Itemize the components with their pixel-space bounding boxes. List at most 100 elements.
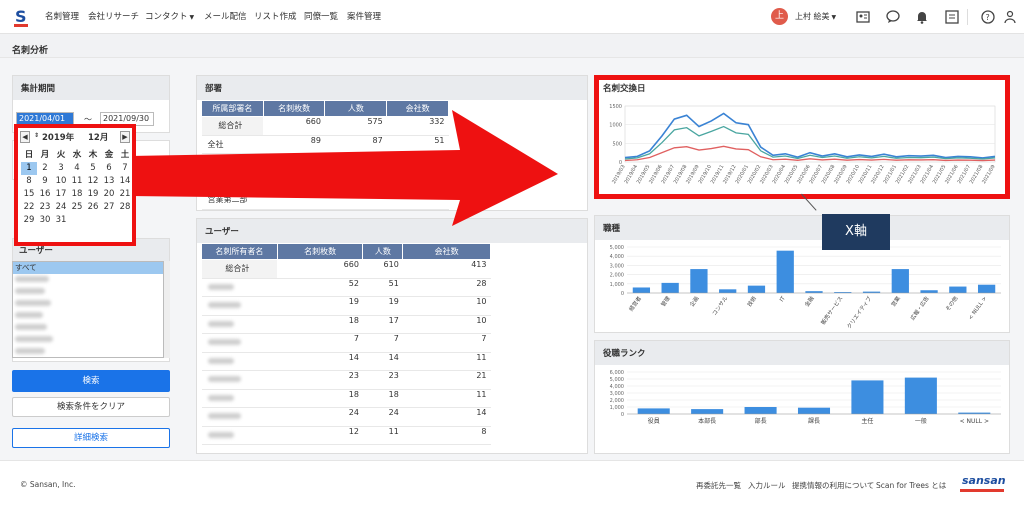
list-item[interactable] <box>13 286 163 298</box>
calendar-day[interactable]: 4 <box>69 162 85 175</box>
calendar-day[interactable]: 16 <box>37 188 53 201</box>
list-item[interactable] <box>13 298 163 310</box>
calendar-day[interactable]: 1 <box>21 162 37 175</box>
list-item[interactable]: すべて <box>13 262 163 274</box>
calendar-day[interactable]: 13 <box>101 175 117 188</box>
bar[interactable] <box>891 269 909 293</box>
chat-icon[interactable] <box>885 9 901 25</box>
footer-link-scan-for-trees[interactable]: Scan for Trees とは <box>876 480 946 491</box>
users-listbox[interactable]: すべて <box>12 261 164 358</box>
list-item[interactable] <box>13 274 163 286</box>
column-header[interactable]: 名刺枚数 <box>276 243 364 260</box>
next-month-button[interactable]: ▶ <box>120 131 130 143</box>
calendar-day[interactable]: 15 <box>21 188 37 201</box>
column-header[interactable]: 会社数 <box>402 243 491 260</box>
calendar-day[interactable]: 5 <box>85 162 101 175</box>
calendar-day[interactable]: 7 <box>117 162 133 175</box>
calendar-day[interactable]: 18 <box>69 188 85 201</box>
calendar-day[interactable]: 29 <box>21 214 37 227</box>
footer-link-partner-info[interactable]: 提携情報の利用について <box>792 480 874 491</box>
list-item[interactable] <box>13 310 163 322</box>
calendar-day[interactable]: 8 <box>21 175 37 188</box>
list-item[interactable] <box>13 346 163 357</box>
calendar-day[interactable]: 12 <box>85 175 101 188</box>
bar[interactable] <box>851 380 884 414</box>
calendar-day[interactable]: 6 <box>101 162 117 175</box>
owner-name-cell[interactable] <box>201 333 278 353</box>
calendar-day[interactable]: 19 <box>85 188 101 201</box>
calendar-day[interactable]: 3 <box>53 162 69 175</box>
person-icon[interactable] <box>1002 9 1018 25</box>
nav-deal-management[interactable]: 案件管理 <box>347 10 381 22</box>
user-menu[interactable]: 上村 絵美 ▼ <box>795 11 836 22</box>
table-row: 7 7 7 <box>201 333 491 353</box>
calendar-day[interactable]: 11 <box>69 175 85 188</box>
contact-card-icon[interactable] <box>855 9 871 25</box>
nav-list-create[interactable]: リスト作成 <box>254 10 297 22</box>
calendar-day[interactable]: 20 <box>101 188 117 201</box>
clear-conditions-button[interactable]: 検索条件をクリア <box>12 397 170 417</box>
bar[interactable] <box>776 250 794 293</box>
bar[interactable] <box>920 290 938 293</box>
owner-name-cell[interactable] <box>201 296 278 316</box>
bell-icon[interactable] <box>914 9 930 25</box>
nav-company-research[interactable]: 会社リサーチ <box>88 10 139 22</box>
users-scrollbar[interactable] <box>164 261 170 358</box>
calendar-day[interactable]: 23 <box>37 201 53 214</box>
calendar-day[interactable]: 27 <box>101 201 117 214</box>
calendar-day[interactable]: 17 <box>53 188 69 201</box>
list-item[interactable] <box>13 322 163 334</box>
address-book-icon[interactable] <box>944 9 960 25</box>
sansan-logo[interactable]: S <box>14 7 30 27</box>
bar[interactable] <box>977 284 996 293</box>
owner-name-cell[interactable] <box>201 407 278 427</box>
calendar-month[interactable]: 12月 <box>88 131 108 143</box>
calendar-day[interactable]: 22 <box>21 201 37 214</box>
calendar-day[interactable]: 2 <box>37 162 53 175</box>
owner-name-cell[interactable] <box>201 426 278 445</box>
bar[interactable] <box>744 407 777 414</box>
calendar-day[interactable]: 10 <box>53 175 69 188</box>
search-button[interactable]: 検索 <box>12 370 170 392</box>
owner-name-cell[interactable] <box>201 315 278 334</box>
calendar-day[interactable]: 26 <box>85 201 101 214</box>
bar[interactable] <box>661 282 679 293</box>
bar[interactable] <box>637 408 670 414</box>
calendar-day[interactable]: 24 <box>53 201 69 214</box>
calendar-day[interactable]: 31 <box>53 214 69 227</box>
nav-card-management[interactable]: 名刺管理 <box>45 10 79 22</box>
bar[interactable] <box>691 409 724 414</box>
owner-name-cell[interactable] <box>201 278 278 297</box>
column-header[interactable]: 人数 <box>362 243 404 260</box>
calendar-day[interactable]: 28 <box>117 201 133 214</box>
prev-month-button[interactable]: ◀ <box>20 131 30 143</box>
bar[interactable] <box>632 287 651 293</box>
footer-link-subcontractors[interactable]: 再委託先一覧 <box>696 480 741 491</box>
calendar-day[interactable]: 30 <box>37 214 53 227</box>
owner-name-cell[interactable] <box>201 352 278 371</box>
bar[interactable] <box>797 407 831 414</box>
bar[interactable] <box>949 286 967 293</box>
bar[interactable] <box>690 269 708 293</box>
weekday-label: 月 <box>40 150 50 160</box>
avatar[interactable]: 上 <box>771 8 788 25</box>
list-item[interactable] <box>13 334 163 346</box>
bar[interactable] <box>747 285 766 293</box>
footer-link-input-rules[interactable]: 入力ルール <box>748 480 786 491</box>
column-header[interactable]: 名刺所有者名 <box>201 243 278 260</box>
owner-name-cell[interactable] <box>201 389 278 408</box>
nav-mail-delivery[interactable]: メール配信 <box>204 10 247 22</box>
help-icon[interactable]: ? <box>980 9 996 25</box>
calendar-year[interactable]: 2019年 <box>42 131 74 143</box>
owner-name-cell[interactable] <box>201 370 278 390</box>
advanced-search-button[interactable]: 詳細検索 <box>12 428 170 448</box>
year-spinner-icon[interactable]: ⇕ <box>34 132 39 139</box>
nav-colleague-list[interactable]: 同僚一覧 <box>304 10 338 22</box>
calendar-day[interactable]: 9 <box>37 175 53 188</box>
nav-contact[interactable]: コンタクト ▼ <box>145 10 194 22</box>
calendar-day[interactable]: 25 <box>69 201 85 214</box>
bar[interactable] <box>904 377 937 414</box>
calendar-day[interactable]: 14 <box>117 175 133 188</box>
calendar-day[interactable]: 21 <box>117 188 133 201</box>
bar[interactable] <box>719 289 737 293</box>
